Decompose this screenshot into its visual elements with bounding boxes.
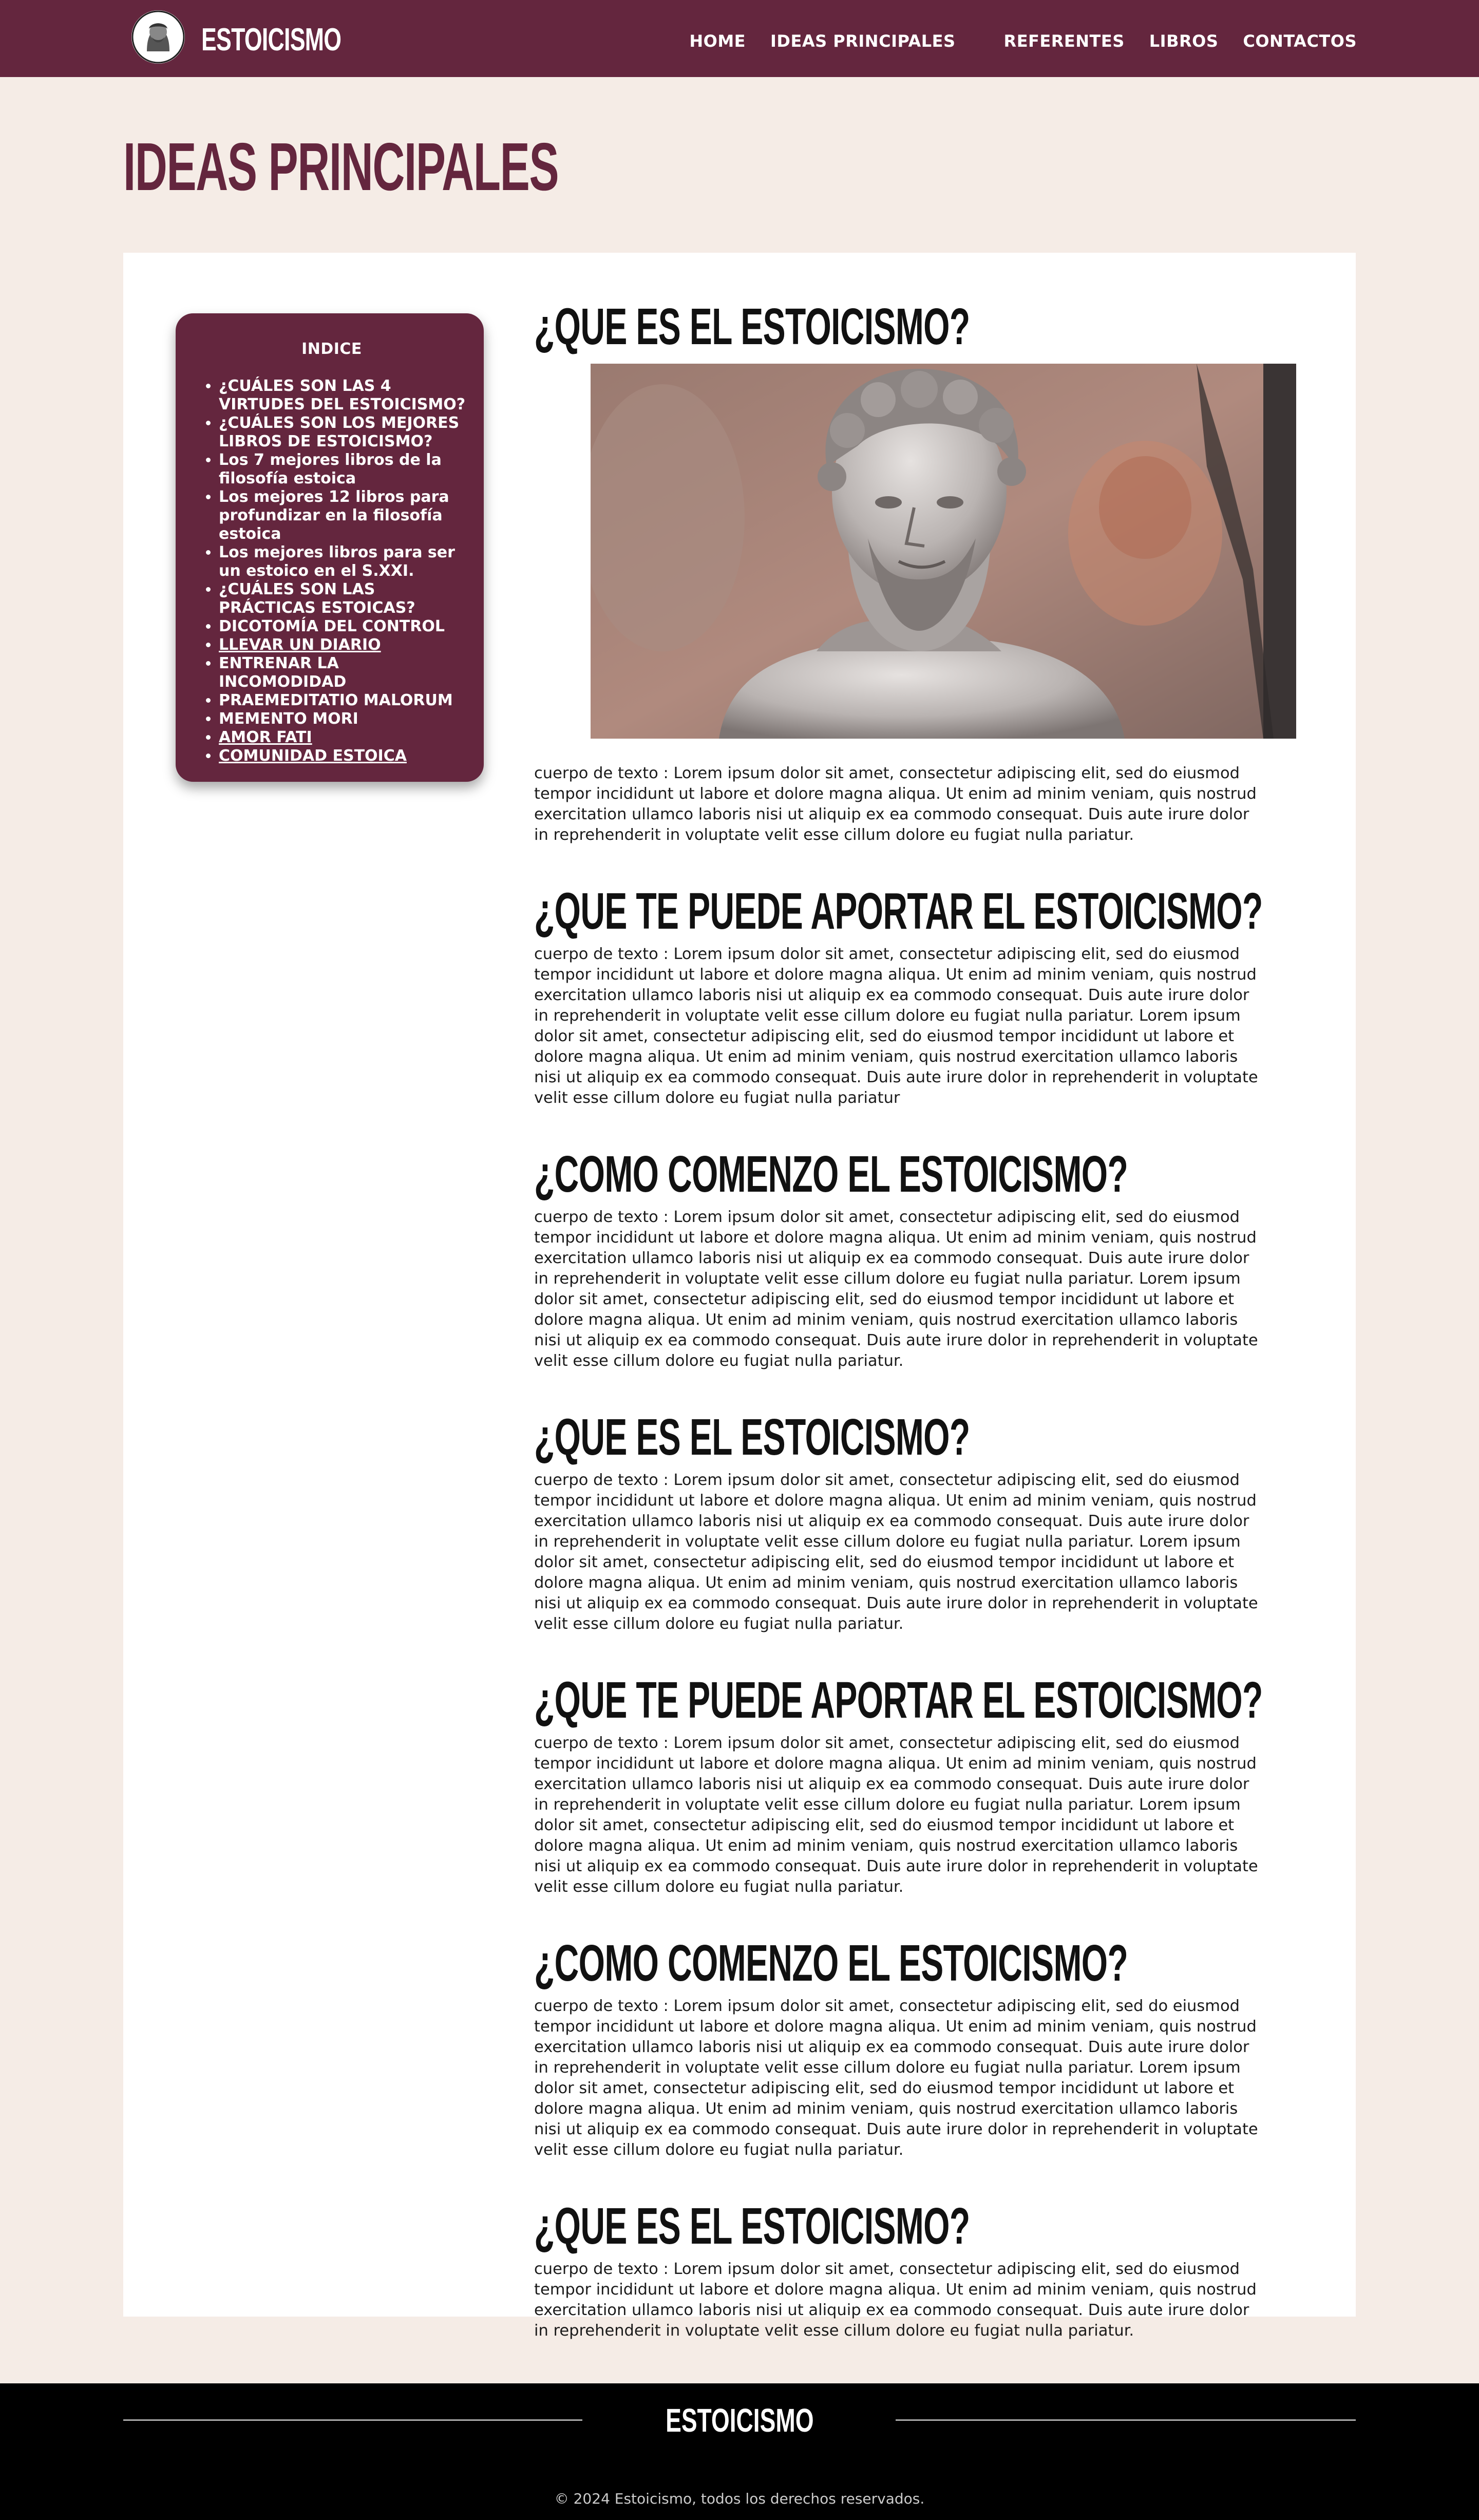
article-section: ¿COMO COMENZO EL ESTOICISMO? cuerpo de t… bbox=[534, 1141, 1263, 1371]
toc-item[interactable]: LLEVAR UN DIARIO bbox=[219, 636, 468, 654]
section-heading: ¿COMO COMENZO EL ESTOICISMO? bbox=[534, 1145, 1128, 1203]
footer-brand: ESTOICISMO bbox=[0, 2400, 1479, 2441]
section-body: cuerpo de texto : Lorem ipsum dolor sit … bbox=[534, 1471, 1258, 1633]
toc-item[interactable]: ENTRENAR LA INCOMODIDAD bbox=[219, 654, 468, 691]
section-heading: ¿QUE TE PUEDE APORTAR EL ESTOICISMO? bbox=[534, 1671, 1263, 1729]
nav-referentes[interactable]: REFERENTES bbox=[1004, 31, 1125, 51]
section-heading: ¿QUE TE PUEDE APORTAR EL ESTOICISMO? bbox=[534, 882, 1263, 940]
section-body: cuerpo de texto : Lorem ipsum dolor sit … bbox=[534, 1734, 1258, 1896]
section-heading: ¿COMO COMENZO EL ESTOICISMO? bbox=[534, 1934, 1128, 1992]
article-section: ¿QUE TE PUEDE APORTAR EL ESTOICISMO? cue… bbox=[534, 878, 1263, 1108]
nav-home[interactable]: HOME bbox=[689, 31, 746, 51]
section-body: cuerpo de texto : Lorem ipsum dolor sit … bbox=[534, 945, 1258, 1107]
toc-item[interactable]: COMUNIDAD ESTOICA bbox=[219, 747, 468, 765]
nav-ideas-principales[interactable]: IDEAS PRINCIPALES bbox=[770, 31, 956, 51]
toc-item-label[interactable]: Los mejores libros para ser un estoico e… bbox=[219, 543, 455, 580]
toc-item-label[interactable]: ¿CUÁLES SON LAS PRÁCTICAS ESTOICAS? bbox=[219, 580, 415, 617]
section-body: cuerpo de texto : Lorem ipsum dolor sit … bbox=[534, 1997, 1258, 2159]
toc-item[interactable]: ¿CUÁLES SON LAS 4 VIRTUDES DEL ESTOICISM… bbox=[219, 377, 468, 414]
article-section: ¿COMO COMENZO EL ESTOICISMO? cuerpo de t… bbox=[534, 1930, 1263, 2160]
toc-item-label[interactable]: MEMENTO MORI bbox=[219, 710, 358, 728]
toc-item[interactable]: PRAEMEDITATIO MALORUM bbox=[219, 691, 468, 710]
top-navbar: ESTOICISMO HOME IDEAS PRINCIPALES REFERE… bbox=[0, 0, 1479, 77]
article-section: ¿QUE ES EL ESTOICISMO? cuerpo de texto :… bbox=[534, 2193, 1263, 2341]
table-of-contents: INDICE ¿CUÁLES SON LAS 4 VIRTUDES DEL ES… bbox=[176, 313, 484, 782]
article-section: ¿QUE TE PUEDE APORTAR EL ESTOICISMO? cue… bbox=[534, 1667, 1263, 1897]
toc-item-label[interactable]: ¿CUÁLES SON LAS 4 VIRTUDES DEL ESTOICISM… bbox=[219, 377, 465, 413]
toc-list: ¿CUÁLES SON LAS 4 VIRTUDES DEL ESTOICISM… bbox=[195, 377, 468, 765]
toc-item[interactable]: ¿CUÁLES SON LOS MEJORES LIBROS DE ESTOIC… bbox=[219, 414, 468, 451]
nav-contactos[interactable]: CONTACTOS bbox=[1243, 31, 1357, 51]
toc-item-label[interactable]: PRAEMEDITATIO MALORUM bbox=[219, 691, 453, 709]
section-heading: ¿QUE ES EL ESTOICISMO? bbox=[534, 298, 970, 355]
toc-item[interactable]: Los 7 mejores libros de la filosofía est… bbox=[219, 451, 468, 488]
toc-link-amor-fati[interactable]: AMOR FATI bbox=[219, 728, 312, 746]
section-heading: ¿QUE ES EL ESTOICISMO? bbox=[534, 2197, 970, 2255]
toc-title: INDICE bbox=[301, 340, 362, 358]
page-title: IDEAS PRINCIPALES bbox=[123, 129, 559, 204]
toc-item[interactable]: AMOR FATI bbox=[219, 728, 468, 747]
article-section: ¿QUE ES EL ESTOICISMO? cuerpo de texto :… bbox=[534, 1404, 1263, 1634]
section-body: cuerpo de texto : Lorem ipsum dolor sit … bbox=[534, 1208, 1258, 1370]
nav-libros[interactable]: LIBROS bbox=[1149, 31, 1219, 51]
section-heading: ¿QUE ES EL ESTOICISMO? bbox=[534, 1408, 970, 1466]
toc-item[interactable]: ¿CUÁLES SON LAS PRÁCTICAS ESTOICAS? bbox=[219, 580, 468, 617]
toc-item-label[interactable]: ENTRENAR LA INCOMODIDAD bbox=[219, 654, 346, 691]
toc-item-label[interactable]: ¿CUÁLES SON LOS MEJORES LIBROS DE ESTOIC… bbox=[219, 414, 459, 450]
content-card: INDICE ¿CUÁLES SON LAS 4 VIRTUDES DEL ES… bbox=[123, 253, 1356, 2340]
toc-item[interactable]: DICOTOMÍA DEL CONTROL bbox=[219, 617, 468, 636]
stoic-bust-logo-icon[interactable] bbox=[131, 10, 185, 64]
article-section: ¿QUE ES EL ESTOICISMO? cuerpo de texto:… bbox=[534, 294, 1296, 845]
section-body: cuerpo de texto : Lorem ipsum dolor sit … bbox=[534, 2260, 1257, 2340]
marcus-aurelius-bust-image bbox=[591, 364, 1296, 739]
article-content: ¿QUE ES EL ESTOICISMO? cuerpo de texto:… bbox=[534, 294, 1296, 2341]
footer-copyright: © 2024 Estoicismo, todos los derechos re… bbox=[554, 2490, 925, 2507]
toc-link-llevar-un-diario[interactable]: LLEVAR UN DIARIO bbox=[219, 636, 381, 654]
toc-item[interactable]: MEMENTO MORI bbox=[219, 710, 468, 728]
toc-item-label[interactable]: Los mejores 12 libros para profundizar e… bbox=[219, 488, 449, 543]
toc-item-label[interactable]: DICOTOMÍA DEL CONTROL bbox=[219, 617, 445, 635]
toc-item[interactable]: Los mejores 12 libros para profundizar e… bbox=[219, 488, 468, 543]
toc-item-label[interactable]: Los 7 mejores libros de la filosofía est… bbox=[219, 451, 442, 487]
toc-item[interactable]: Los mejores libros para ser un estoico e… bbox=[219, 543, 468, 580]
main-nav: HOME IDEAS PRINCIPALES REFERENTES LIBROS… bbox=[689, 27, 1357, 55]
site-brand[interactable]: ESTOICISMO bbox=[201, 20, 342, 61]
footer-brand-label: ESTOICISMO bbox=[665, 2402, 814, 2439]
site-footer: ESTOICISMO © 2024 Estoicismo, todos los … bbox=[0, 2383, 1479, 2520]
section-body: cuerpo de texto : Lorem ipsum dolor sit … bbox=[534, 764, 1257, 844]
toc-link-comunidad-estoica[interactable]: COMUNIDAD ESTOICA bbox=[219, 747, 407, 765]
